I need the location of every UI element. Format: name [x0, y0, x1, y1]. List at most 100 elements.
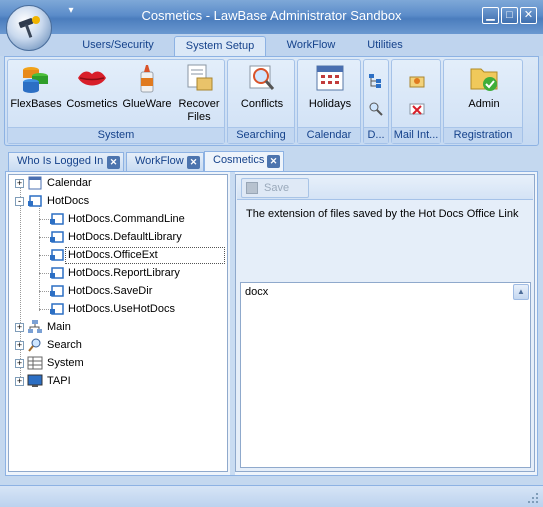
- recover-files-button[interactable]: Recover Files: [174, 62, 224, 124]
- detail-toolbar: Save: [237, 176, 533, 200]
- collapse-icon[interactable]: -: [15, 197, 24, 206]
- cosmetics-button[interactable]: Cosmetics: [66, 62, 118, 111]
- tree-item-hotdocs-reportlibrary[interactable]: HotDocs.ReportLibrary: [9, 265, 227, 282]
- doc-tab-label: Cosmetics: [213, 154, 265, 166]
- tab-utilities[interactable]: Utilities: [356, 36, 414, 56]
- network-icon: [28, 320, 42, 333]
- search-small-icon[interactable]: [367, 100, 385, 118]
- holidays-label: Holidays: [308, 98, 352, 110]
- tree-item-label: Calendar: [47, 177, 92, 189]
- group-label-mail: Mail Int...: [392, 127, 440, 143]
- tree-item-main[interactable]: + Main: [9, 319, 227, 336]
- setting-node-icon: [50, 249, 64, 261]
- glue-bottle-icon: [140, 65, 154, 93]
- save-label: Save: [264, 182, 290, 194]
- setting-node-icon: [50, 267, 64, 279]
- close-icon[interactable]: ✕: [107, 156, 120, 169]
- tree-item-tapi[interactable]: + TAPI: [9, 373, 227, 390]
- admin-button[interactable]: Admin: [454, 62, 514, 111]
- tree-connector: [39, 291, 49, 292]
- tree-item-hotdocs[interactable]: - HotDocs: [9, 193, 227, 210]
- lips-icon: [78, 71, 106, 86]
- tree-item-label: HotDocs.UseHotDocs: [68, 303, 175, 315]
- conflicts-button[interactable]: Conflicts: [232, 62, 292, 111]
- maximize-button[interactable]: □: [501, 7, 518, 24]
- recover-files-icon: [187, 64, 213, 91]
- setting-node-icon: [50, 303, 64, 315]
- mail-remove-icon[interactable]: [408, 100, 426, 118]
- tab-users-security[interactable]: Users/Security: [72, 36, 164, 56]
- tree-connector: [39, 309, 49, 310]
- mail-settings-icon[interactable]: [408, 72, 426, 90]
- expand-icon[interactable]: +: [15, 359, 24, 368]
- holidays-button[interactable]: Holidays: [302, 62, 358, 111]
- doc-tab-workflow[interactable]: WorkFlow ✕: [126, 152, 204, 171]
- tree-connector: [39, 273, 49, 274]
- doc-tab-who-is-logged-in[interactable]: Who Is Logged In ✕: [8, 152, 124, 171]
- tree-item-calendar[interactable]: + Calendar: [9, 175, 227, 192]
- expand-icon[interactable]: +: [15, 179, 24, 188]
- expand-icon[interactable]: +: [15, 341, 24, 350]
- setting-value-editor[interactable]: docx ▲: [240, 282, 531, 468]
- application-menu-button[interactable]: [6, 5, 52, 51]
- resize-grip-icon[interactable]: [527, 492, 539, 504]
- tree-connector: [39, 219, 49, 220]
- tab-system-setup[interactable]: System Setup: [174, 36, 266, 56]
- tree-item-hotdocs-savedir[interactable]: HotDocs.SaveDir: [9, 283, 227, 300]
- settings-tree[interactable]: + Calendar - HotDocs HotDocs.CommandLine…: [8, 174, 228, 472]
- group-d: D...: [363, 59, 389, 144]
- group-registration: Admin Registration: [443, 59, 523, 144]
- group-searching: Conflicts Searching: [227, 59, 295, 144]
- scroll-up-icon[interactable]: ▲: [513, 284, 529, 300]
- save-button[interactable]: Save: [241, 178, 309, 198]
- setting-value-text[interactable]: docx: [245, 286, 268, 298]
- tree-item-search[interactable]: + Search: [9, 337, 227, 354]
- calendar-icon: [316, 65, 344, 91]
- magnifier-document-icon: [249, 65, 275, 90]
- search-icon: [28, 338, 41, 352]
- setting-node-icon: [28, 195, 42, 207]
- tree-item-hotdocs-commandline[interactable]: HotDocs.CommandLine: [9, 211, 227, 228]
- ribbon-panel: FlexBases Cosmetics GlueWare Recover Fil…: [4, 56, 539, 146]
- tree-item-label: TAPI: [47, 375, 71, 387]
- doc-tab-label: WorkFlow: [135, 155, 184, 167]
- group-label-searching: Searching: [228, 127, 294, 143]
- group-label-registration: Registration: [444, 127, 522, 143]
- glueware-button[interactable]: GlueWare: [122, 62, 172, 111]
- grid-icon: [27, 356, 43, 370]
- tree-item-hotdocs-officeext[interactable]: HotDocs.OfficeExt: [9, 247, 227, 264]
- tree-item-label: HotDocs.DefaultLibrary: [68, 231, 182, 243]
- gavel-icon: [18, 16, 40, 38]
- close-icon[interactable]: ✕: [267, 155, 280, 168]
- database-stack-icon: [23, 67, 48, 93]
- close-button[interactable]: ✕: [520, 7, 537, 24]
- calendar-icon: [28, 176, 42, 190]
- tree-item-label: Main: [47, 321, 71, 333]
- expand-icon[interactable]: +: [15, 323, 24, 332]
- window-controls: ▁ □ ✕: [482, 7, 537, 24]
- doc-tab-label: Who Is Logged In: [17, 155, 104, 167]
- folder-check-icon: [470, 68, 498, 91]
- tree-item-label: Search: [47, 339, 82, 351]
- tree-item-hotdocs-usehotdocs[interactable]: HotDocs.UseHotDocs: [9, 301, 227, 318]
- tree-item-hotdocs-defaultlibrary[interactable]: HotDocs.DefaultLibrary: [9, 229, 227, 246]
- conflicts-label: Conflicts: [240, 98, 284, 110]
- tree-item-label: HotDocs.ReportLibrary: [68, 267, 180, 279]
- tab-workflow[interactable]: WorkFlow: [276, 36, 346, 56]
- minimize-button[interactable]: ▁: [482, 7, 499, 24]
- title-bar: ▾ Cosmetics - LawBase Administrator Sand…: [0, 0, 543, 34]
- flexbases-label: FlexBases: [10, 98, 62, 110]
- tree-structure-icon[interactable]: [367, 72, 385, 90]
- group-label-system: System: [8, 127, 224, 143]
- document-tabs: Who Is Logged In ✕ WorkFlow ✕ Cosmetics …: [8, 151, 535, 172]
- doc-tab-cosmetics[interactable]: Cosmetics ✕: [204, 151, 284, 172]
- flexbases-button[interactable]: FlexBases: [10, 62, 62, 111]
- expand-icon[interactable]: +: [15, 377, 24, 386]
- save-icon: [246, 182, 258, 194]
- glueware-label: GlueWare: [122, 98, 172, 110]
- admin-label: Admin: [468, 98, 500, 110]
- close-icon[interactable]: ✕: [187, 156, 200, 169]
- group-label-d: D...: [364, 127, 388, 143]
- group-mail-integration: Mail Int...: [391, 59, 441, 144]
- tree-item-system[interactable]: + System: [9, 355, 227, 372]
